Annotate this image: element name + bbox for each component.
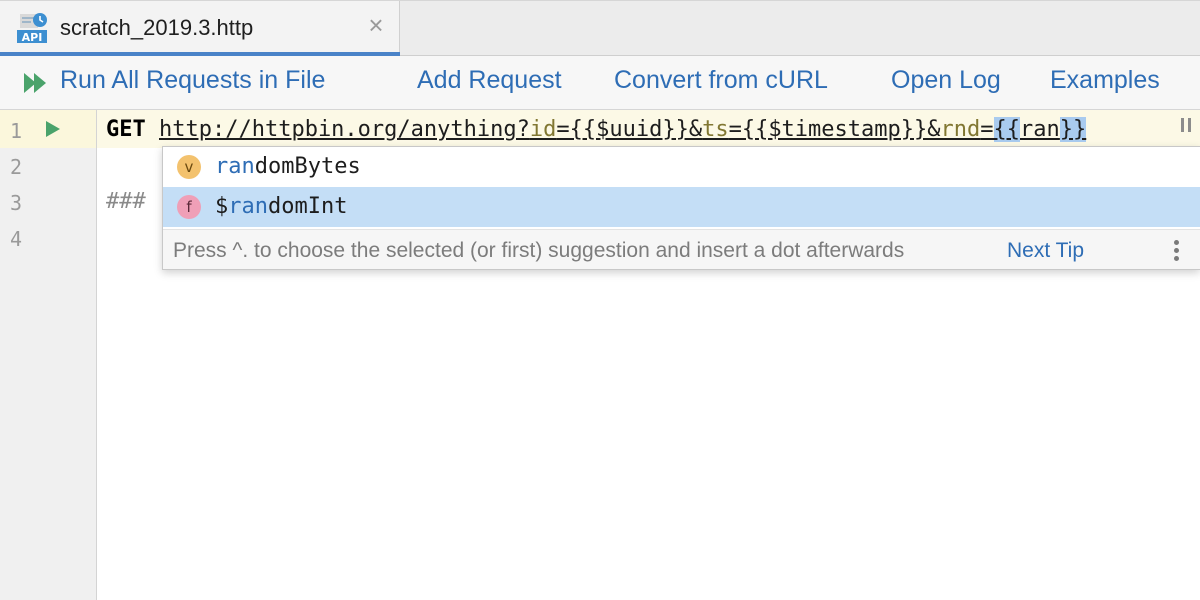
variable-icon: v <box>177 155 201 179</box>
editor-gutter <box>0 110 97 600</box>
editor-tab-bar: API scratch_2019.3.http × <box>0 0 1200 56</box>
typed-variable: ran <box>1020 117 1060 142</box>
completion-hint-text: Press ^. to choose the selected (or firs… <box>173 239 905 262</box>
url-base: http://httpbin.org/anything? <box>159 117 530 142</box>
line-number: 4 <box>10 227 23 251</box>
api-file-icon: API <box>17 13 47 44</box>
close-icon[interactable]: × <box>366 12 386 38</box>
line-number: 2 <box>10 155 23 179</box>
http-method: GET <box>106 117 146 142</box>
function-icon: f <box>177 195 201 219</box>
item-rest: domInt <box>268 194 348 219</box>
run-request-icon[interactable] <box>45 120 61 138</box>
request-line[interactable]: GET http://httpbin.org/anything?id={{$uu… <box>106 117 1087 142</box>
item-rest: domBytes <box>254 154 361 179</box>
query-param-name: id <box>529 117 557 142</box>
item-match: ran <box>215 154 255 179</box>
tab-scratch-http[interactable]: API scratch_2019.3.http × <box>0 1 400 56</box>
open-log-button[interactable]: Open Log <box>891 66 1001 95</box>
completion-popup: v randomBytes f $randomInt Press ^. to c… <box>162 146 1200 270</box>
completion-item[interactable]: v randomBytes <box>163 147 1200 187</box>
item-prefix: $ <box>215 194 229 219</box>
http-client-toolbar: Run All Requests in File Add Request Con… <box>0 56 1200 110</box>
query-param-name: ts <box>702 117 729 142</box>
item-match: ran <box>228 194 268 219</box>
request-separator: ### <box>106 189 146 214</box>
query-param-value: ={{$timestamp}}& <box>728 117 941 142</box>
next-tip-link[interactable]: Next Tip <box>1007 239 1084 263</box>
tab-title: scratch_2019.3.http <box>60 15 254 40</box>
line-number: 1 <box>10 119 23 143</box>
completion-hint-bar: Press ^. to choose the selected (or firs… <box>163 229 1200 269</box>
completion-item-label: randomBytes <box>215 154 361 179</box>
more-options-icon[interactable] <box>1169 238 1183 264</box>
examples-button[interactable]: Examples <box>1050 66 1160 95</box>
query-param-value: ={{$uuid}}& <box>556 117 703 142</box>
query-param-equals: = <box>980 117 994 142</box>
completion-item-selected[interactable]: f $randomInt <box>163 187 1200 227</box>
request-url: http://httpbin.org/anything?id={{$uuid}}… <box>159 117 1087 142</box>
query-param-name: rnd <box>940 117 981 142</box>
brace-highlight: }} <box>1059 117 1087 142</box>
run-all-requests-button[interactable]: Run All Requests in File <box>60 66 325 95</box>
convert-from-curl-button[interactable]: Convert from cURL <box>614 66 828 95</box>
pause-icon[interactable] <box>1179 117 1193 133</box>
line-number: 3 <box>10 191 23 215</box>
add-request-button[interactable]: Add Request <box>417 66 562 95</box>
api-icon-label: API <box>22 31 43 44</box>
completion-item-label: $randomInt <box>215 194 347 219</box>
brace-highlight: {{ <box>993 117 1020 142</box>
run-all-icon[interactable] <box>22 71 50 95</box>
